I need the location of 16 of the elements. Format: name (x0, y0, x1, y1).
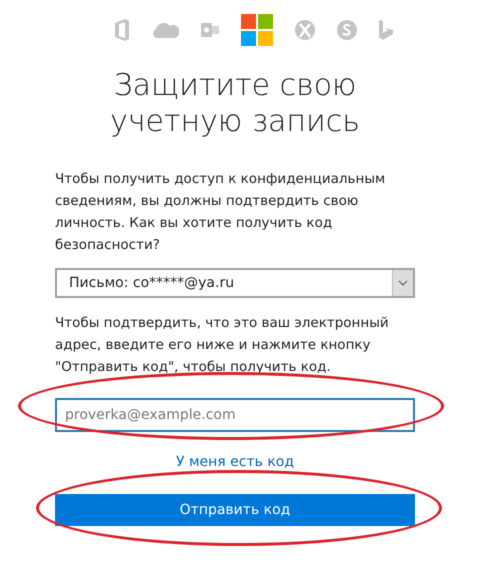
x-circle-icon[interactable] (294, 20, 314, 40)
four-squares-logo[interactable] (240, 14, 272, 46)
office-icon[interactable] (114, 19, 128, 41)
have-code-link[interactable]: У меня есть код (176, 454, 294, 470)
intro-text: Чтобы получить доступ к конфиденциальным сведениям, вы должны подтвердить свою личность. Как вы хотите получить код безопасности? (55, 170, 386, 255)
method-dropdown[interactable]: Письмо: co*****@ya.ru (55, 268, 415, 298)
s-circle-icon[interactable] (336, 20, 356, 40)
instructions-text: Чтобы подтвердить, что это ваш электронный адрес, введите его ниже и нажмите кнопку "Отправить код", чтобы получить код. (55, 314, 390, 377)
email-field[interactable]: proverka@example.com (55, 398, 415, 432)
mail-icon[interactable] (200, 21, 218, 39)
page-title: Защитите свою (114, 68, 356, 104)
b-icon[interactable] (378, 20, 392, 40)
caret-icon[interactable] (392, 270, 413, 296)
page-title: учетную запись (110, 104, 360, 140)
send-code-button[interactable]: Отправить код (55, 494, 415, 526)
cloud-icon[interactable] (150, 22, 178, 38)
